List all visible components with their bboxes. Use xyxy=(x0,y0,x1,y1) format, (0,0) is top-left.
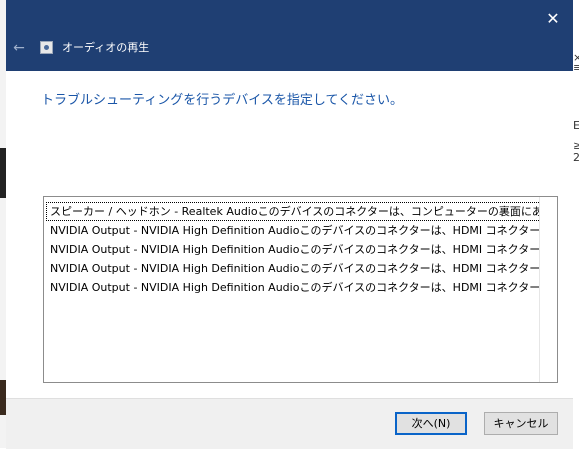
device-list-item[interactable]: スピーカー / ヘッドホン - Realtek Audioこのデバイスのコネクタ… xyxy=(46,202,541,221)
window-title: オーディオの再生 xyxy=(62,41,150,54)
page-heading: トラブルシューティングを行うデバイスを指定してください。 xyxy=(41,93,404,108)
back-arrow-icon[interactable]: ← xyxy=(11,40,27,56)
background-glyph: ≥ xyxy=(573,139,579,152)
cancel-button[interactable]: キャンセル xyxy=(484,412,558,435)
background-glyph: ≡ xyxy=(573,61,579,74)
speaker-app-icon xyxy=(40,41,53,54)
background-right-strip: × ≡ E ≥ 2 xyxy=(572,0,579,448)
device-list-item[interactable]: NVIDIA Output - NVIDIA High Definition A… xyxy=(46,278,541,297)
device-list[interactable]: スピーカー / ヘッドホン - Realtek Audioこのデバイスのコネクタ… xyxy=(43,196,558,383)
device-list-item[interactable]: NVIDIA Output - NVIDIA High Definition A… xyxy=(46,240,541,259)
button-bar: 次へ(N) キャンセル xyxy=(6,398,573,449)
device-list-item[interactable]: NVIDIA Output - NVIDIA High Definition A… xyxy=(46,259,541,278)
close-icon[interactable]: ✕ xyxy=(543,9,563,29)
list-scrollbar[interactable] xyxy=(539,197,557,382)
device-list-item[interactable]: NVIDIA Output - NVIDIA High Definition A… xyxy=(46,221,541,240)
background-glyph: E xyxy=(573,119,579,132)
troubleshooter-dialog: ✕ ← オーディオの再生 トラブルシューティングを行うデバイスを指定してください… xyxy=(6,0,573,449)
title-bar: ✕ ← オーディオの再生 xyxy=(6,0,573,71)
next-button[interactable]: 次へ(N) xyxy=(395,412,467,435)
background-glyph: 2 xyxy=(573,151,579,164)
